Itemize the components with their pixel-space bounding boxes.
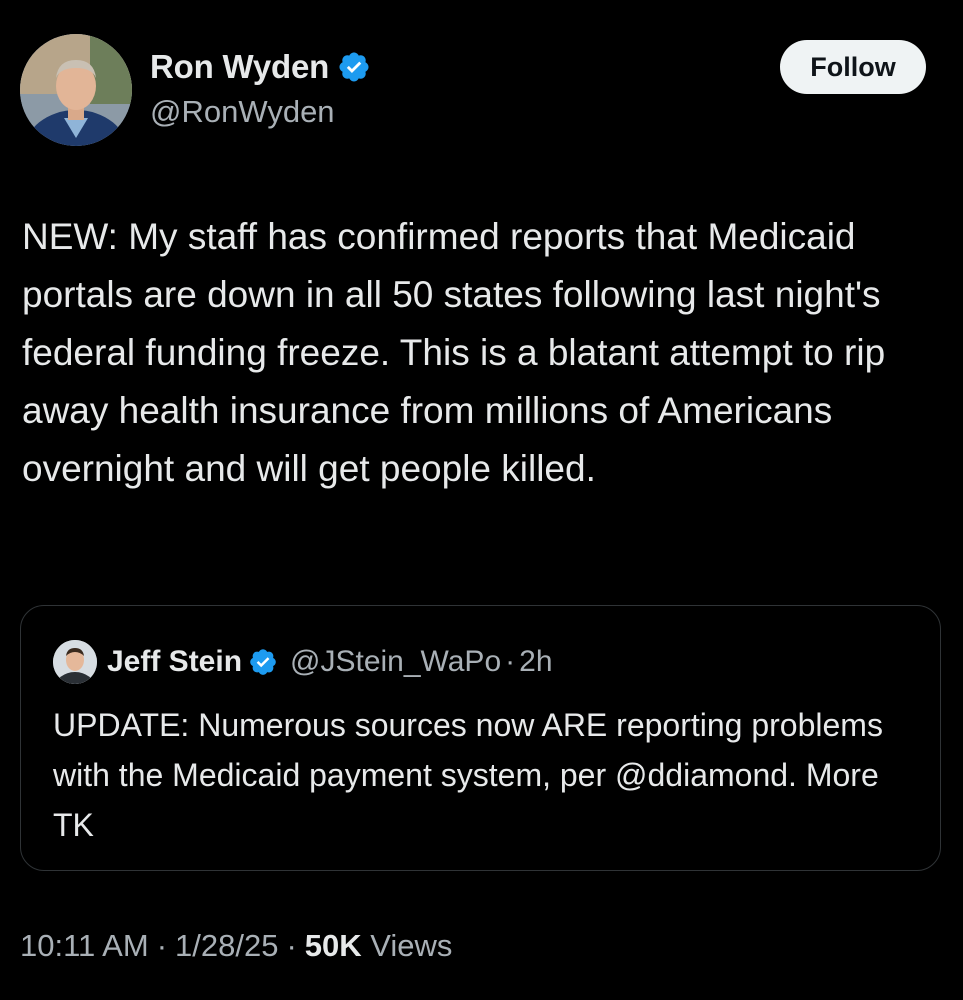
tweet-text: NEW: My staff has confirmed reports that… (22, 216, 896, 489)
follow-button[interactable]: Follow (780, 40, 926, 94)
tweet-meta: 10:11 AM · 1/28/25 · 50K Views (20, 928, 452, 964)
author-avatar[interactable] (20, 34, 132, 146)
meta-separator-2: · (286, 928, 297, 963)
tweet-time[interactable]: 10:11 AM (20, 928, 149, 963)
author-avatar-image (20, 34, 132, 146)
quoted-meta-separator: · (505, 645, 516, 678)
quoted-author-avatar[interactable] (53, 640, 97, 684)
views-count[interactable]: 50K (305, 928, 362, 963)
quoted-tweet-time[interactable]: 2h (519, 645, 552, 679)
quoted-author-name[interactable]: Jeff Stein (107, 645, 242, 679)
author-name[interactable]: Ron Wyden (150, 48, 329, 86)
tweet-date[interactable]: 1/28/25 (175, 928, 278, 963)
verified-badge-icon[interactable] (337, 50, 371, 84)
views-label: Views (370, 928, 453, 963)
quoted-tweet-header: Jeff Stein @JStein_WaPo · 2h (53, 640, 553, 684)
meta-separator: · (156, 928, 168, 963)
quoted-author-handle[interactable]: @JStein_WaPo (290, 645, 501, 679)
quoted-tweet-card[interactable]: Jeff Stein @JStein_WaPo · 2h UPDATE: Num… (20, 605, 941, 871)
author-name-row: Ron Wyden (150, 46, 371, 88)
tweet: Ron Wyden @RonWyden Follow NEW: My staff… (0, 0, 963, 1000)
author-handle[interactable]: @RonWyden (150, 94, 335, 130)
quoted-tweet-text: UPDATE: Numerous sources now ARE reporti… (53, 707, 883, 843)
quoted-verified-badge-icon (248, 647, 278, 677)
